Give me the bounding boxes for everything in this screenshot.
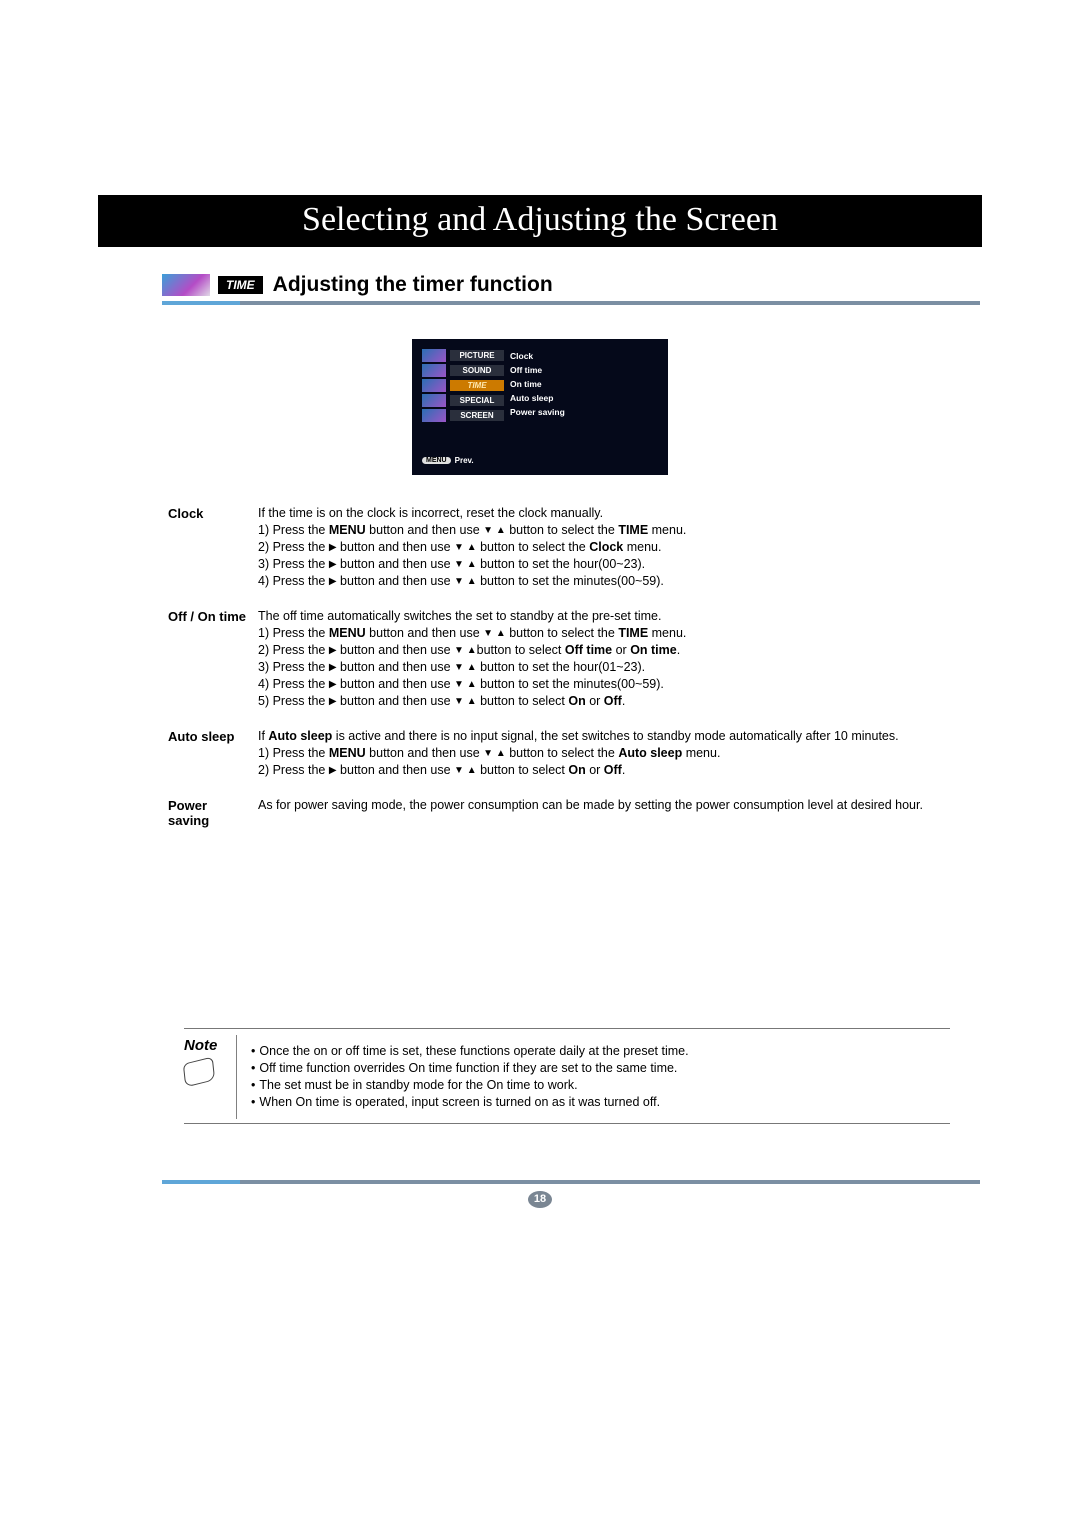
- autosleep-label: Auto sleep: [168, 728, 258, 779]
- osd-opt-offtime: Off time: [510, 363, 658, 377]
- autosleep-step2: 2) Press the ▶ button and then use ▼ ▲ b…: [258, 762, 950, 779]
- osd-tab-screen: SCREEN: [450, 410, 504, 421]
- heading-decor-image: [162, 274, 210, 296]
- note-line2: •Off time function overrides On time fun…: [251, 1060, 689, 1077]
- clock-intro: If the time is on the clock is incorrect…: [258, 505, 950, 522]
- note-label-column: Note: [184, 1035, 237, 1119]
- section-heading-row: TIME Adjusting the timer function: [162, 273, 980, 297]
- clock-label: Clock: [168, 505, 258, 590]
- page-number: 18: [528, 1191, 552, 1208]
- offon-body: The off time automatically switches the …: [258, 608, 950, 710]
- down-up-icon: ▼ ▲: [454, 693, 477, 710]
- manual-page: Selecting and Adjusting the Screen TIME …: [0, 0, 1080, 1268]
- instruction-sections: Clock If the time is on the clock is inc…: [168, 505, 950, 828]
- down-up-icon: ▼ ▲: [483, 625, 506, 642]
- osd-options: Clock Off time On time Auto sleep Power …: [504, 349, 658, 424]
- right-icon: ▶: [329, 659, 337, 676]
- right-icon: ▶: [329, 762, 337, 779]
- down-up-icon: ▼ ▲: [454, 676, 477, 693]
- section-off-on-time: Off / On time The off time automatically…: [168, 608, 950, 710]
- section-power-saving: Power saving As for power saving mode, t…: [168, 797, 950, 828]
- osd-tab-picture: PICTURE: [450, 350, 504, 361]
- autosleep-step1: 1) Press the MENU button and then use ▼ …: [258, 745, 950, 762]
- osd-opt-clock: Clock: [510, 349, 658, 363]
- osd-opt-ontime: On time: [510, 377, 658, 391]
- down-up-icon: ▼ ▲: [483, 745, 506, 762]
- clock-step4: 4) Press the ▶ button and then use ▼ ▲ b…: [258, 573, 950, 590]
- time-tag-badge: TIME: [218, 276, 263, 294]
- right-icon: ▶: [329, 573, 337, 590]
- right-icon: ▶: [329, 556, 337, 573]
- offon-step1: 1) Press the MENU button and then use ▼ …: [258, 625, 950, 642]
- down-up-icon: ▼ ▲: [483, 522, 506, 539]
- section-clock: Clock If the time is on the clock is inc…: [168, 505, 950, 590]
- osd-opt-autosleep: Auto sleep: [510, 391, 658, 405]
- offon-intro: The off time automatically switches the …: [258, 608, 950, 625]
- offon-step2: 2) Press the ▶ button and then use ▼ ▲bu…: [258, 642, 950, 659]
- offon-step5: 5) Press the ▶ button and then use ▼ ▲ b…: [258, 693, 950, 710]
- right-icon: ▶: [329, 642, 337, 659]
- note-block: Note •Once the on or off time is set, th…: [184, 1028, 950, 1124]
- down-up-icon: ▼ ▲: [454, 642, 477, 659]
- down-up-icon: ▼ ▲: [454, 539, 477, 556]
- right-icon: ▶: [329, 693, 337, 710]
- power-body: As for power saving mode, the power cons…: [258, 797, 950, 828]
- page-banner: Selecting and Adjusting the Screen: [98, 195, 982, 247]
- right-icon: ▶: [329, 539, 337, 556]
- clock-body: If the time is on the clock is incorrect…: [258, 505, 950, 590]
- autosleep-body: If Auto sleep is active and there is no …: [258, 728, 950, 779]
- osd-screenshot: PICTURE SOUND TIME SPECIAL SCREEN Clock …: [412, 339, 668, 475]
- power-label: Power saving: [168, 797, 258, 828]
- offon-step4: 4) Press the ▶ button and then use ▼ ▲ b…: [258, 676, 950, 693]
- offon-step3: 3) Press the ▶ button and then use ▼ ▲ b…: [258, 659, 950, 676]
- note-label: Note: [184, 1037, 236, 1054]
- osd-tab-sound: SOUND: [450, 365, 504, 376]
- clock-step3: 3) Press the ▶ button and then use ▼ ▲ b…: [258, 556, 950, 573]
- remote-icon: [183, 1057, 215, 1088]
- osd-tab-special: SPECIAL: [450, 395, 504, 406]
- offon-label: Off / On time: [168, 608, 258, 710]
- note-lines: •Once the on or off time is set, these f…: [237, 1035, 689, 1119]
- down-up-icon: ▼ ▲: [454, 762, 477, 779]
- right-icon: ▶: [329, 676, 337, 693]
- heading-underline: [162, 301, 980, 305]
- note-line1: •Once the on or off time is set, these f…: [251, 1043, 689, 1060]
- footer-underline: [162, 1180, 980, 1184]
- osd-tabs: PICTURE SOUND TIME SPECIAL SCREEN: [422, 349, 504, 424]
- osd-menu-pill: MENU: [422, 457, 451, 464]
- note-line3: •The set must be in standby mode for the…: [251, 1077, 689, 1094]
- osd-prev-label: Prev.: [455, 456, 474, 465]
- down-up-icon: ▼ ▲: [454, 659, 477, 676]
- clock-step2: 2) Press the ▶ button and then use ▼ ▲ b…: [258, 539, 950, 556]
- osd-tab-time: TIME: [450, 380, 504, 391]
- section-heading: Adjusting the timer function: [273, 273, 553, 297]
- autosleep-intro: If Auto sleep is active and there is no …: [258, 728, 950, 745]
- down-up-icon: ▼ ▲: [454, 573, 477, 590]
- section-auto-sleep: Auto sleep If Auto sleep is active and t…: [168, 728, 950, 779]
- down-up-icon: ▼ ▲: [454, 556, 477, 573]
- osd-opt-powersaving: Power saving: [510, 405, 658, 419]
- note-line4: •When On time is operated, input screen …: [251, 1094, 689, 1111]
- clock-step1: 1) Press the MENU button and then use ▼ …: [258, 522, 950, 539]
